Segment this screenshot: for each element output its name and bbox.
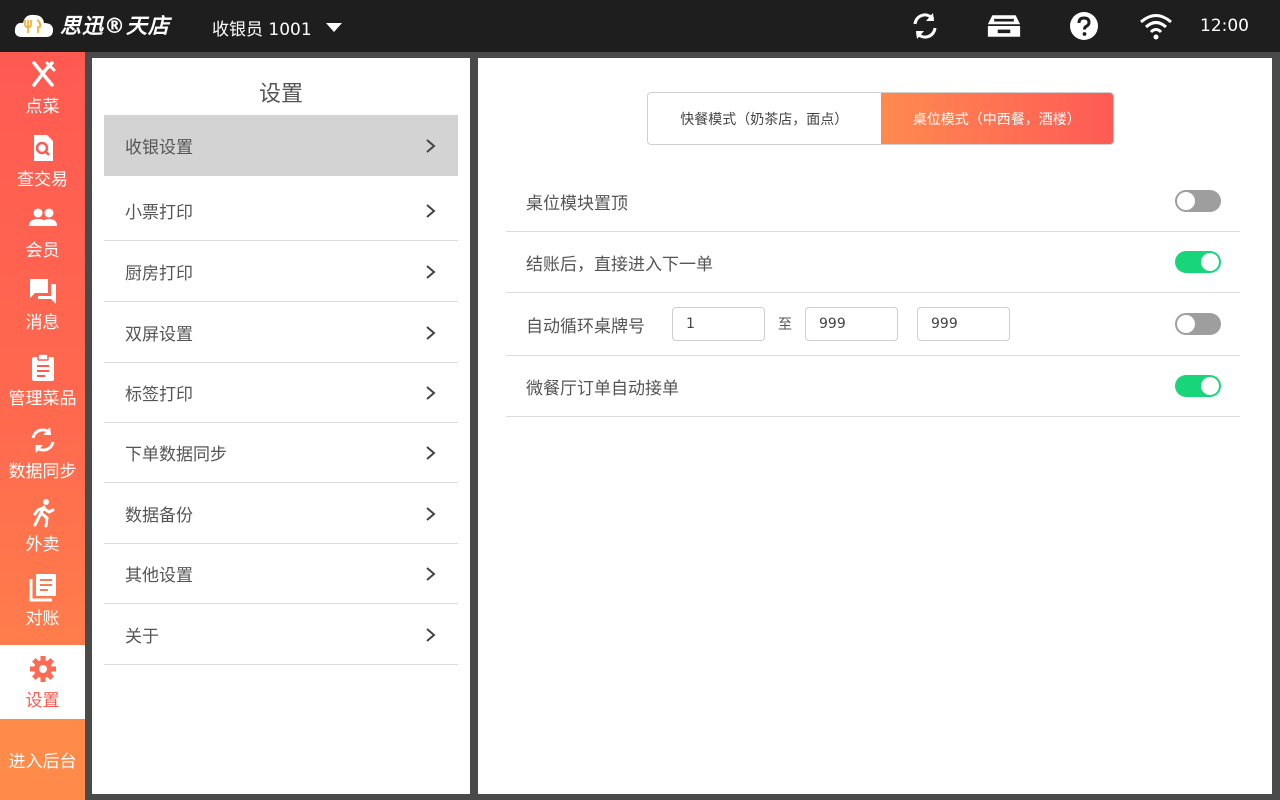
chevron-right-icon <box>426 507 436 521</box>
setting-label: 桌位模块置顶 <box>526 193 628 214</box>
setting-row-auto-accept: 微餐厅订单自动接单 <box>506 356 1240 417</box>
settings-list-panel: 设置 收银设置 小票打印 厨房打印 双屏设置 标签打印 下单数据同步 数据备份 … <box>92 58 470 794</box>
settings-item-kitchen-print[interactable]: 厨房打印 <box>104 241 458 302</box>
nav-item-messages[interactable]: 消息 <box>0 268 85 341</box>
nav-item-transactions[interactable]: 查交易 <box>0 125 85 198</box>
settings-item-label: 厨房打印 <box>125 263 193 284</box>
settings-item-receipt-print[interactable]: 小票打印 <box>104 180 458 241</box>
message-icon <box>29 279 56 304</box>
nav-item-takeout[interactable]: 外卖 <box>0 490 85 563</box>
next-order-toggle[interactable] <box>1175 251 1221 273</box>
sync-icon <box>31 427 54 453</box>
nav-item-reconcile[interactable]: 对账 <box>0 564 85 637</box>
nav-label: 消息 <box>25 313 60 333</box>
chevron-right-icon <box>426 628 436 642</box>
fast-food-mode-button[interactable]: 快餐模式（奶茶店，面点） <box>648 93 881 144</box>
settings-item-label: 标签打印 <box>125 384 193 405</box>
cashier-selector[interactable]: 收银员 1001 <box>212 15 342 40</box>
nav-item-order[interactable]: 点菜 <box>0 52 85 125</box>
search-document-icon <box>33 135 53 161</box>
auto-accept-toggle[interactable] <box>1175 375 1221 397</box>
setting-label: 自动循环桌牌号 <box>526 316 645 337</box>
utensils-icon <box>31 61 55 87</box>
nav-item-members[interactable]: 会员 <box>0 198 85 266</box>
clipboard-icon <box>31 353 54 381</box>
enter-backend-button[interactable]: 进入后台 <box>0 719 85 800</box>
table-number-extra-input[interactable]: 999 <box>917 307 1010 341</box>
settings-title: 设置 <box>258 82 303 107</box>
settings-item-label: 其他设置 <box>125 565 193 586</box>
setting-row-table-pin-top: 桌位模块置顶 <box>506 171 1240 232</box>
settings-item-label: 收银设置 <box>125 138 193 158</box>
setting-label: 微餐厅订单自动接单 <box>526 378 679 399</box>
settings-item-label: 数据备份 <box>125 505 193 526</box>
app-logo: 思迅®天店 <box>14 10 170 40</box>
cash-drawer-icon[interactable] <box>987 10 1021 42</box>
nav-label: 会员 <box>25 240 60 261</box>
side-nav: 点菜 查交易 会员 消息 管理菜品 数据同步 外卖 对账 设置 进入后台 <box>0 52 85 800</box>
settings-item-cashier[interactable]: 收银设置 <box>104 115 458 176</box>
top-bar: 思迅®天店 收银员 1001 12:00 <box>0 0 1280 52</box>
setting-row-auto-cycle-table: 自动循环桌牌号 1 至 999 999 <box>506 293 1240 356</box>
settings-item-label: 关于 <box>125 626 159 647</box>
nav-label: 外卖 <box>25 535 60 555</box>
to-label: 至 <box>778 317 792 333</box>
nav-item-settings[interactable]: 设置 <box>0 645 85 719</box>
nav-label: 数据同步 <box>8 462 77 482</box>
nav-label: 查交易 <box>17 170 68 190</box>
clock: 12:00 <box>1200 16 1249 36</box>
nav-label: 对账 <box>25 609 60 629</box>
members-icon <box>28 208 57 226</box>
nav-label: 设置 <box>25 690 60 711</box>
caret-down-icon <box>325 23 342 32</box>
settings-item-label: 小票打印 <box>125 202 193 223</box>
logo-text: 思迅®天店 <box>60 14 170 38</box>
auto-cycle-table-toggle[interactable] <box>1175 313 1221 335</box>
gear-icon <box>29 655 56 682</box>
table-number-from-input[interactable]: 1 <box>672 307 765 341</box>
help-icon[interactable] <box>1067 10 1101 42</box>
settings-content-panel: 快餐模式（奶茶店，面点） 桌位模式（中西餐，酒楼） 桌位模块置顶 结账后，直接进… <box>478 58 1272 794</box>
table-number-to-input[interactable]: 999 <box>805 307 898 341</box>
settings-item-label: 双屏设置 <box>125 324 193 345</box>
chevron-right-icon <box>426 567 436 581</box>
nav-label: 管理菜品 <box>8 389 77 409</box>
mode-switch: 快餐模式（奶茶店，面点） 桌位模式（中西餐，酒楼） <box>647 92 1114 145</box>
chevron-right-icon <box>426 204 436 218</box>
setting-label: 结账后，直接进入下一单 <box>526 254 713 275</box>
chevron-right-icon <box>426 265 436 279</box>
table-mode-button[interactable]: 桌位模式（中西餐，酒楼） <box>880 93 1113 144</box>
settings-item-data-backup[interactable]: 数据备份 <box>104 483 458 544</box>
cashier-label: 收银员 1001 <box>212 20 312 40</box>
wifi-icon <box>1139 10 1173 42</box>
cloud-logo-icon <box>14 14 53 37</box>
table-pin-top-toggle[interactable] <box>1175 190 1221 212</box>
nav-item-manage-dishes[interactable]: 管理菜品 <box>0 344 85 417</box>
chevron-right-icon <box>426 446 436 460</box>
runner-icon <box>33 499 54 528</box>
settings-item-label: 下单数据同步 <box>125 444 227 465</box>
setting-row-next-order: 结账后，直接进入下一单 <box>506 232 1240 293</box>
settings-item-label-print[interactable]: 标签打印 <box>104 362 458 423</box>
chevron-right-icon <box>426 139 436 153</box>
settings-item-other[interactable]: 其他设置 <box>104 543 458 604</box>
settings-item-dual-screen[interactable]: 双屏设置 <box>104 302 458 363</box>
settings-item-order-sync[interactable]: 下单数据同步 <box>104 422 458 483</box>
settings-item-about[interactable]: 关于 <box>104 604 458 665</box>
sync-icon[interactable] <box>908 10 942 42</box>
ledger-icon <box>29 574 56 602</box>
nav-label: 点菜 <box>25 97 60 117</box>
chevron-right-icon <box>426 386 436 400</box>
nav-item-data-sync[interactable]: 数据同步 <box>0 417 85 490</box>
chevron-right-icon <box>426 326 436 340</box>
